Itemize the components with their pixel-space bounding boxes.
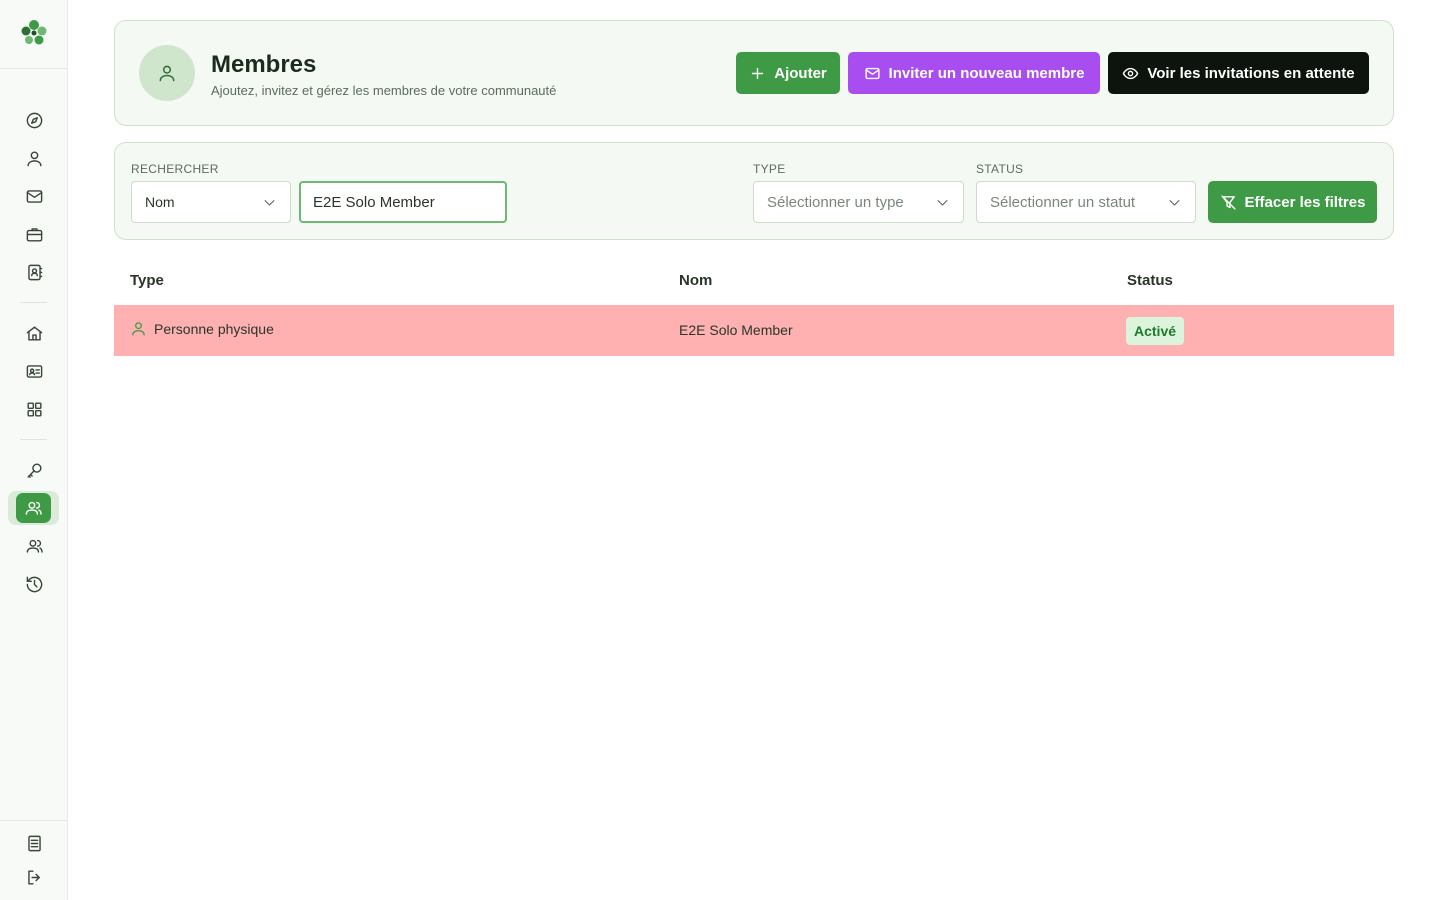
clear-filters-button[interactable]: Effacer les filtres <box>1208 181 1377 223</box>
clear-filters-label: Effacer les filtres <box>1244 193 1366 211</box>
table-row[interactable]: Personne physique E2E Solo Member Activé <box>114 305 1394 356</box>
compass-icon[interactable] <box>17 104 51 136</box>
row-name: E2E Solo Member <box>679 322 793 338</box>
members-icon[interactable] <box>8 491 59 525</box>
history-icon[interactable] <box>17 568 51 600</box>
type-placeholder: Sélectionner un type <box>767 193 904 211</box>
document-icon[interactable] <box>17 827 51 859</box>
column-header-type[interactable]: Type <box>130 272 164 289</box>
logo-icon <box>21 20 47 45</box>
add-button[interactable]: Ajouter <box>736 52 840 94</box>
eye-icon <box>1123 67 1139 79</box>
row-type-cell: Personne physique <box>130 320 274 337</box>
add-button-label: Ajouter <box>774 64 827 82</box>
pending-invitations-button[interactable]: Voir les invitations en attente <box>1108 52 1369 94</box>
filter-panel: RECHERCHER Nom TYPE Sélectionner un type… <box>114 142 1394 240</box>
type-select[interactable]: Sélectionner un type <box>753 181 964 223</box>
search-label: RECHERCHER <box>131 162 219 176</box>
users-icon[interactable] <box>17 530 51 562</box>
invite-member-label: Inviter un nouveau membre <box>888 64 1085 82</box>
column-header-name[interactable]: Nom <box>679 272 712 289</box>
type-label: TYPE <box>753 162 786 176</box>
key-icon[interactable] <box>17 454 51 486</box>
mail-icon <box>864 67 880 79</box>
grid-icon[interactable] <box>17 393 51 425</box>
filter-off-icon <box>1220 194 1236 210</box>
invite-member-button[interactable]: Inviter un nouveau membre <box>848 52 1100 94</box>
search-field-select[interactable]: Nom <box>131 181 291 223</box>
status-badge: Activé <box>1126 317 1185 345</box>
status-select[interactable]: Sélectionner un statut <box>976 181 1196 223</box>
plus-icon <box>752 67 764 79</box>
logout-icon[interactable] <box>17 861 51 893</box>
search-field-value: Nom <box>145 194 175 210</box>
home-icon[interactable] <box>17 317 51 349</box>
chevron-down-icon <box>264 200 275 206</box>
page-subtitle: Ajoutez, invitez et gérez les membres de… <box>211 83 557 98</box>
id-card-icon[interactable] <box>17 355 51 387</box>
mail-icon[interactable] <box>17 180 51 212</box>
chevron-down-icon <box>937 200 948 206</box>
user-icon <box>159 65 175 82</box>
column-header-status[interactable]: Status <box>1127 272 1173 289</box>
avatar <box>139 45 195 101</box>
sidebar <box>0 0 68 900</box>
status-placeholder: Sélectionner un statut <box>990 193 1136 211</box>
user-icon <box>132 322 145 336</box>
contact-book-icon[interactable] <box>17 256 51 288</box>
user-icon[interactable] <box>17 142 51 174</box>
row-type: Personne physique <box>154 320 274 337</box>
pending-invitations-label: Voir les invitations en attente <box>1147 64 1355 82</box>
search-input[interactable] <box>299 181 507 223</box>
chevron-down-icon <box>1169 200 1180 206</box>
status-label: STATUS <box>976 162 1024 176</box>
page-title: Membres <box>211 51 317 78</box>
briefcase-icon[interactable] <box>17 218 51 250</box>
page-header: Membres Ajoutez, invitez et gérez les me… <box>114 20 1394 126</box>
